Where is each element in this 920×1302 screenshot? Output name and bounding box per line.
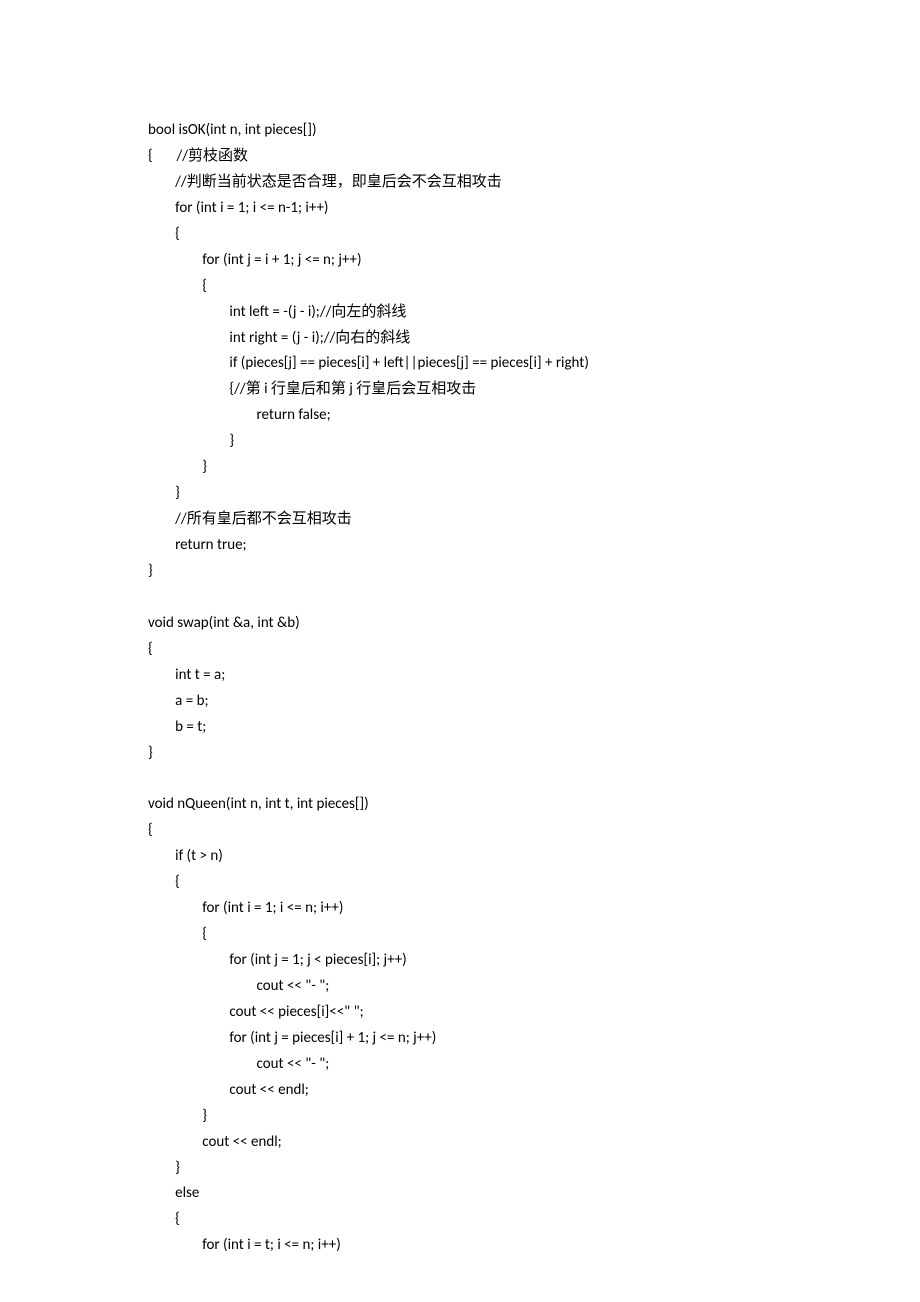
code-line: int t = a; [148, 663, 920, 689]
code-line: { [148, 922, 920, 948]
code-line: for (int j = i + 1; j <= n; j++) [148, 248, 920, 274]
code-line: a = b; [148, 689, 920, 715]
code-line: cout << pieces[i]<<" "; [148, 1000, 920, 1026]
code-line: { [148, 222, 920, 248]
code-line: cout << "- "; [148, 974, 920, 1000]
code-line: } [148, 1156, 920, 1182]
code-line [148, 585, 920, 611]
code-line: } [148, 741, 920, 767]
code-line: for (int i = t; i <= n; i++) [148, 1233, 920, 1259]
code-line: for (int j = pieces[i] + 1; j <= n; j++) [148, 1026, 920, 1052]
code-line: { [148, 818, 920, 844]
code-line: cout << endl; [148, 1078, 920, 1104]
code-line: b = t; [148, 715, 920, 741]
code-line: } [148, 455, 920, 481]
code-line: void nQueen(int n, int t, int pieces[]) [148, 792, 920, 818]
code-line: int right = (j - i);//向右的斜线 [148, 326, 920, 352]
code-line: for (int i = 1; i <= n; i++) [148, 896, 920, 922]
code-line: if (pieces[j] == pieces[i] + left||piece… [148, 351, 920, 377]
code-line: return false; [148, 403, 920, 429]
code-line: if (t > n) [148, 844, 920, 870]
code-line: { [148, 870, 920, 896]
code-line: //所有皇后都不会互相攻击 [148, 507, 920, 533]
code-line: cout << "- "; [148, 1052, 920, 1078]
document-page: bool isOK(int n, int pieces[]){ //剪枝函数 /… [0, 0, 920, 1302]
code-line: { [148, 637, 920, 663]
code-line: //判断当前状态是否合理，即皇后会不会互相攻击 [148, 170, 920, 196]
code-block: bool isOK(int n, int pieces[]){ //剪枝函数 /… [148, 118, 920, 1259]
code-line: for (int j = 1; j < pieces[i]; j++) [148, 948, 920, 974]
code-line: cout << endl; [148, 1130, 920, 1156]
code-line: } [148, 429, 920, 455]
code-line: {//第 i 行皇后和第 j 行皇后会互相攻击 [148, 377, 920, 403]
code-line: } [148, 559, 920, 585]
code-line: for (int i = 1; i <= n-1; i++) [148, 196, 920, 222]
code-line: else [148, 1181, 920, 1207]
code-line [148, 766, 920, 792]
code-line: { [148, 274, 920, 300]
code-line: { //剪枝函数 [148, 144, 920, 170]
code-line: int left = -(j - i);//向左的斜线 [148, 300, 920, 326]
code-line: bool isOK(int n, int pieces[]) [148, 118, 920, 144]
code-line: void swap(int &a, int &b) [148, 611, 920, 637]
code-line: return true; [148, 533, 920, 559]
code-line: } [148, 1104, 920, 1130]
code-line: } [148, 481, 920, 507]
code-line: { [148, 1207, 920, 1233]
